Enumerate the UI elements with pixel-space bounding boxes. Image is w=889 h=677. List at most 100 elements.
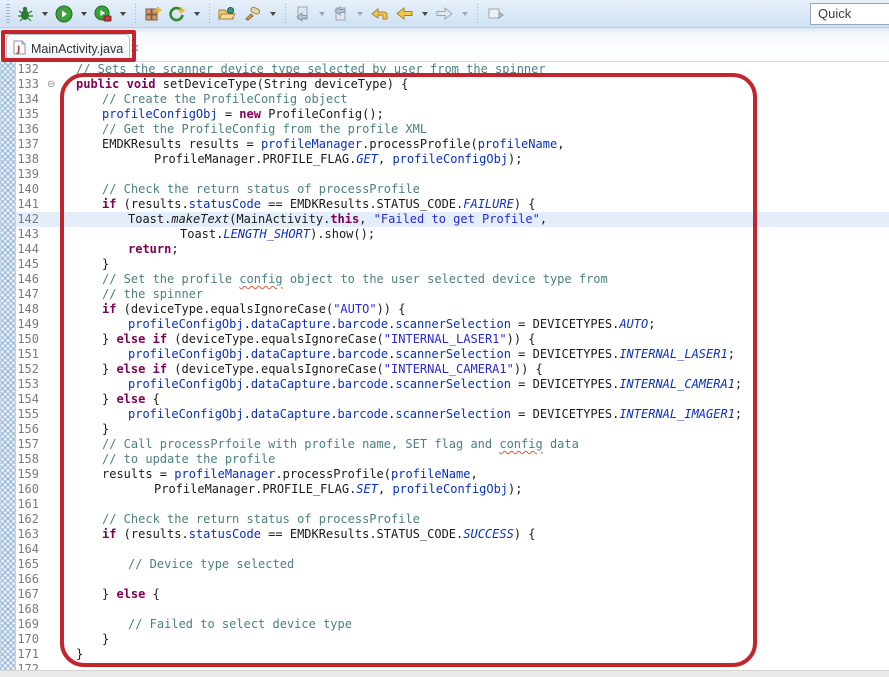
line-number: 141	[16, 197, 44, 212]
code-line-169[interactable]: 169// Failed to select device type	[16, 617, 889, 632]
code-line-155[interactable]: 155profileConfigObj.dataCapture.barcode.…	[16, 407, 889, 422]
code-line-136[interactable]: 136// Get the ProfileConfig from the pro…	[16, 122, 889, 137]
code-text	[44, 167, 889, 182]
open-task-button[interactable]	[216, 3, 239, 25]
code-text: // Check the return status of processPro…	[44, 512, 889, 527]
code-line-158[interactable]: 158// to update the profile	[16, 452, 889, 467]
new-wizard-icon	[168, 5, 186, 23]
code-line-153[interactable]: 153profileConfigObj.dataCapture.barcode.…	[16, 377, 889, 392]
forward-dropdown[interactable]	[462, 12, 468, 16]
code-line-134[interactable]: 134// Create the ProfileConfig object	[16, 92, 889, 107]
line-number: 163	[16, 527, 44, 542]
new-wizard-dropdown[interactable]	[194, 12, 200, 16]
editor-marker-bar[interactable]	[0, 62, 16, 670]
code-line-137[interactable]: 137EMDKResults results = profileManager.…	[16, 137, 889, 152]
code-line-139[interactable]: 139	[16, 167, 889, 182]
previous-annotation-button[interactable]	[330, 3, 351, 24]
code-line-147[interactable]: 147// the spinner	[16, 287, 889, 302]
code-line-172[interactable]: 172	[16, 662, 889, 670]
tab-mainactivity-java[interactable]: J MainActivity.java ✕	[6, 34, 130, 62]
code-text: Toast.LENGTH_SHORT).show();	[44, 227, 889, 242]
line-number: 169	[16, 617, 44, 632]
code-line-171[interactable]: 171}	[16, 647, 889, 662]
code-line-151[interactable]: 151profileConfigObj.dataCapture.barcode.…	[16, 347, 889, 362]
run-device-dropdown[interactable]	[120, 12, 126, 16]
code-line-132[interactable]: 132// Sets the scanner device type selec…	[16, 62, 889, 77]
code-line-159[interactable]: 159results = profileManager.processProfi…	[16, 467, 889, 482]
code-text: } else if (deviceType.equalsIgnoreCase("…	[44, 362, 889, 377]
code-line-163[interactable]: 163if (results.statusCode == EMDKResults…	[16, 527, 889, 542]
code-text: } else {	[44, 392, 889, 407]
code-line-162[interactable]: 162// Check the return status of process…	[16, 512, 889, 527]
line-number: 148	[16, 302, 44, 317]
run-device-button[interactable]	[92, 3, 114, 25]
line-number: 138	[16, 152, 44, 167]
line-number: 136	[16, 122, 44, 137]
run-dropdown[interactable]	[81, 12, 87, 16]
horizontal-scrollbar[interactable]	[0, 670, 889, 677]
code-text: profileConfigObj = new ProfileConfig();	[44, 107, 889, 122]
debug-dropdown[interactable]	[42, 12, 48, 16]
code-line-148[interactable]: 148if (deviceType.equalsIgnoreCase("AUTO…	[16, 302, 889, 317]
code-line-146[interactable]: 146// Set the profile config object to t…	[16, 272, 889, 287]
new-java-project-button[interactable]	[142, 3, 164, 25]
link-with-editor-button[interactable]	[484, 3, 506, 24]
code-text: profileConfigObj.dataCapture.barcode.sca…	[44, 377, 889, 392]
code-line-168[interactable]: 168	[16, 602, 889, 617]
line-number: 145	[16, 257, 44, 272]
debug-button[interactable]	[15, 3, 36, 24]
new-wizard-button[interactable]	[166, 3, 188, 25]
code-line-154[interactable]: 154} else {	[16, 392, 889, 407]
code-line-157[interactable]: 157// Call processPrfoile with profile n…	[16, 437, 889, 452]
code-text: if (deviceType.equalsIgnoreCase("AUTO"))…	[44, 302, 889, 317]
code-line-170[interactable]: 170}	[16, 632, 889, 647]
code-line-165[interactable]: 165// Device type selected	[16, 557, 889, 572]
code-line-166[interactable]: 166	[16, 572, 889, 587]
code-line-149[interactable]: 149profileConfigObj.dataCapture.barcode.…	[16, 317, 889, 332]
toolbar-separator	[135, 4, 136, 24]
code-line-143[interactable]: 143Toast.LENGTH_SHORT).show();	[16, 227, 889, 242]
code-line-164[interactable]: 164	[16, 542, 889, 557]
code-text: ProfileManager.PROFILE_FLAG.SET, profile…	[44, 482, 889, 497]
code-text: profileConfigObj.dataCapture.barcode.sca…	[44, 407, 889, 422]
toolbar-drag-handle[interactable]	[6, 4, 10, 24]
fold-collapse-icon[interactable]: ⊖	[47, 77, 55, 92]
search-brush-button[interactable]	[241, 3, 264, 25]
code-lines: 132// Sets the scanner device type selec…	[16, 62, 889, 670]
code-text: }	[44, 257, 889, 272]
code-line-133[interactable]: 133⊖public void setDeviceType(String dev…	[16, 77, 889, 92]
code-text	[44, 572, 889, 587]
code-line-152[interactable]: 152} else if (deviceType.equalsIgnoreCas…	[16, 362, 889, 377]
code-line-145[interactable]: 145}	[16, 257, 889, 272]
code-line-144[interactable]: 144return;	[16, 242, 889, 257]
last-edit-location-button[interactable]	[368, 3, 391, 24]
code-line-160[interactable]: 160ProfileManager.PROFILE_FLAG.SET, prof…	[16, 482, 889, 497]
back-button[interactable]	[393, 3, 416, 24]
next-annotation-button[interactable]	[292, 3, 313, 24]
code-line-161[interactable]: 161	[16, 497, 889, 512]
code-text: // Set the profile config object to the …	[44, 272, 889, 287]
code-line-156[interactable]: 156}	[16, 422, 889, 437]
code-line-140[interactable]: 140// Check the return status of process…	[16, 182, 889, 197]
previous-annotation-dropdown[interactable]	[357, 12, 363, 16]
code-text: profileConfigObj.dataCapture.barcode.sca…	[44, 347, 889, 362]
code-line-135[interactable]: 135profileConfigObj = new ProfileConfig(…	[16, 107, 889, 122]
code-editor[interactable]: 132// Sets the scanner device type selec…	[0, 62, 889, 670]
toolbar-separator	[477, 4, 478, 24]
code-line-141[interactable]: 141if (results.statusCode == EMDKResults…	[16, 197, 889, 212]
run-button[interactable]	[53, 3, 75, 25]
code-line-167[interactable]: 167} else {	[16, 587, 889, 602]
search-brush-dropdown[interactable]	[270, 12, 276, 16]
close-icon[interactable]: ✕	[130, 42, 139, 55]
line-number: 154	[16, 392, 44, 407]
back-dropdown[interactable]	[422, 12, 428, 16]
line-number: 134	[16, 92, 44, 107]
code-line-138[interactable]: 138ProfileManager.PROFILE_FLAG.GET, prof…	[16, 152, 889, 167]
next-annotation-dropdown[interactable]	[319, 12, 325, 16]
quick-access-box[interactable]: Quick Access	[810, 3, 889, 25]
line-number: 156	[16, 422, 44, 437]
code-line-142[interactable]: 142Toast.makeText(MainActivity.this, "Fa…	[16, 212, 889, 227]
forward-button[interactable]	[433, 3, 456, 24]
code-line-150[interactable]: 150} else if (deviceType.equalsIgnoreCas…	[16, 332, 889, 347]
code-text: // Device type selected	[44, 557, 889, 572]
